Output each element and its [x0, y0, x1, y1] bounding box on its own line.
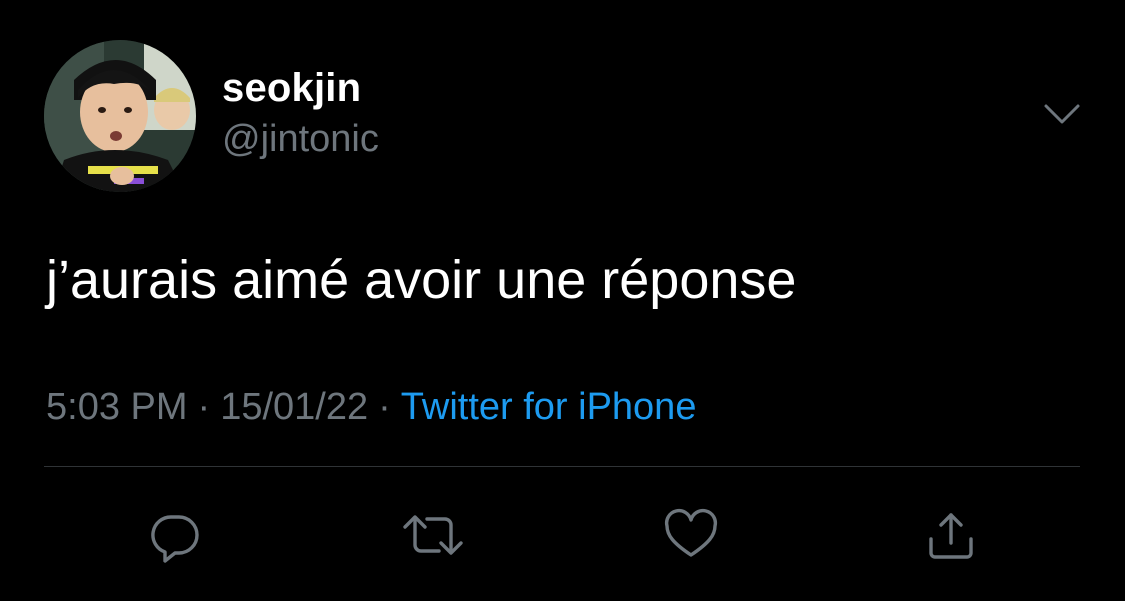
tweet-source-link[interactable]: Twitter for iPhone — [401, 386, 697, 428]
tweet-text: j’aurais aimé avoir une réponse — [46, 250, 797, 310]
reply-icon — [151, 515, 199, 563]
user-info[interactable]: seokjin @jintonic — [222, 64, 379, 162]
meta-separator: · — [197, 386, 211, 428]
display-name[interactable]: seokjin — [222, 64, 379, 112]
retweet-icon — [403, 515, 463, 555]
tweet-time: 5:03 PM — [46, 386, 188, 428]
share-icon — [929, 513, 973, 559]
share-button[interactable] — [916, 500, 986, 570]
action-bar — [0, 500, 1125, 570]
heart-icon — [664, 508, 718, 557]
tweet-date: 15/01/22 — [220, 386, 369, 428]
meta-separator: · — [378, 386, 391, 428]
retweet-button[interactable] — [398, 500, 468, 570]
tweet-container: seokjin @jintonic j’aurais aimé avoir un… — [0, 0, 1125, 601]
user-handle[interactable]: @jintonic — [222, 116, 379, 162]
like-button[interactable] — [656, 500, 726, 570]
avatar-photo — [44, 40, 196, 192]
tweet-meta: 5:03 PM · 15/01/22 · Twitter for iPhone — [46, 382, 696, 432]
reply-button[interactable] — [140, 500, 210, 570]
divider — [44, 466, 1080, 467]
avatar[interactable] — [44, 40, 196, 192]
chevron-down-icon[interactable] — [1040, 96, 1084, 132]
